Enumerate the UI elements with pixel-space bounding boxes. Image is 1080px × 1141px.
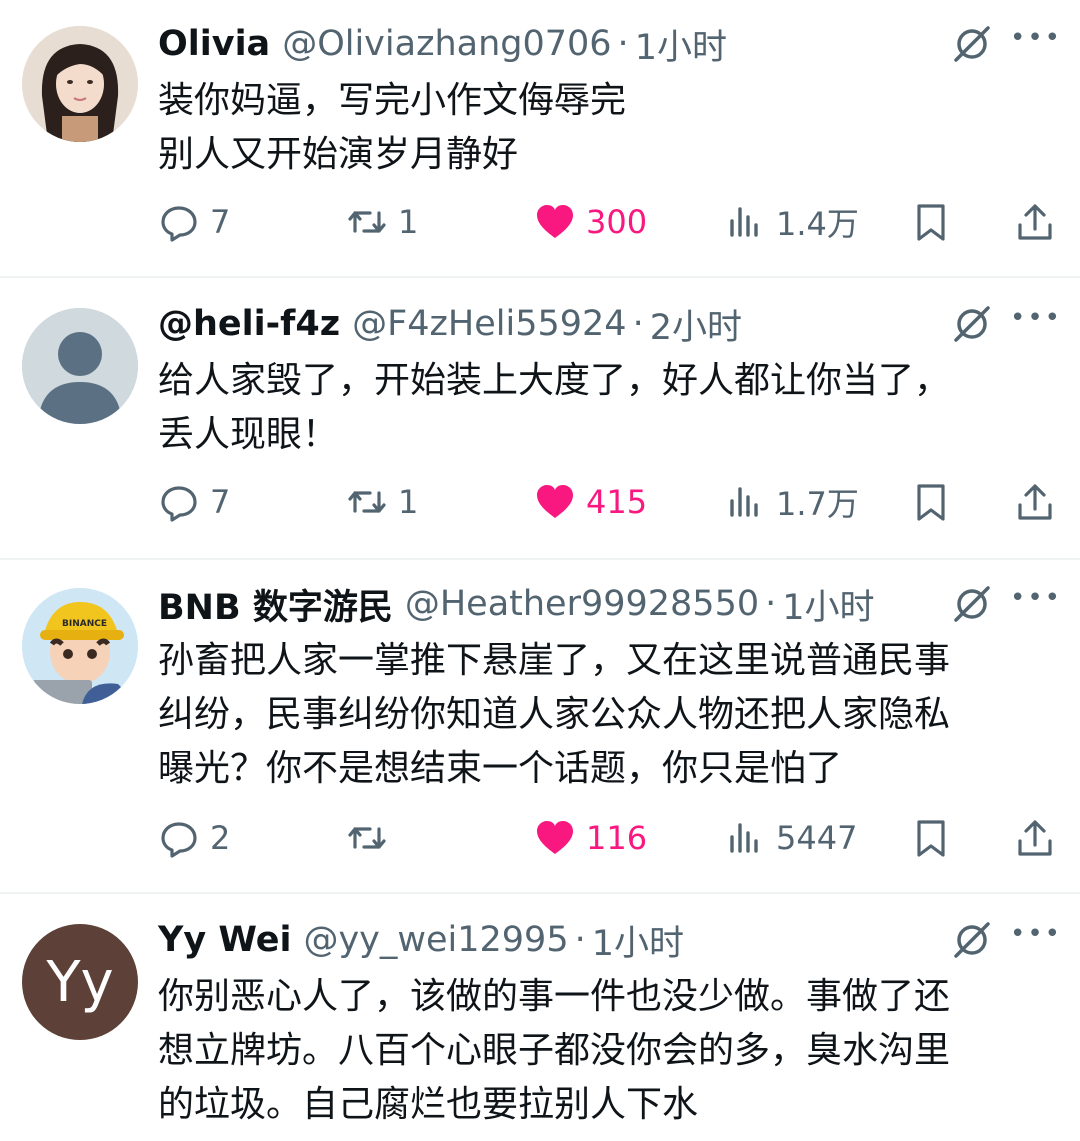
avatar[interactable]: Yy <box>22 924 138 1040</box>
reply-count: 7 <box>210 203 231 241</box>
tweet-text: 孙畜把人家一掌推下悬崖了，又在这里说普通民事 纠纷，民事纠纷你知道人家公众人物还… <box>158 640 951 789</box>
tweet[interactable]: Olivia @Oliviazhang0706 · 1小时 ••• 装你妈逼，写… <box>0 16 1080 276</box>
retweet-icon <box>348 827 386 849</box>
tweet[interactable]: @heli-f4z @F4zHeli55924 · 2小时 ••• 给人家毁了，… <box>0 296 1080 558</box>
bookmark-icon <box>917 820 945 857</box>
views-icon <box>730 823 758 853</box>
action-bar: 2 116 5447 <box>158 808 1058 868</box>
timestamp[interactable]: 1小时 <box>635 19 727 70</box>
avatar-photo <box>22 26 138 142</box>
grok-icon[interactable] <box>950 582 994 626</box>
grok-icon[interactable] <box>950 22 994 66</box>
display-name[interactable]: Yy Wei <box>158 920 291 960</box>
retweet-button[interactable]: 1 <box>346 472 418 532</box>
display-name[interactable]: Olivia <box>158 24 270 64</box>
views-icon <box>730 207 758 237</box>
timestamp[interactable]: 1小时 <box>782 579 874 630</box>
reply-count: 7 <box>210 483 231 521</box>
more-icon[interactable]: ••• <box>1010 578 1060 622</box>
views-count: 1.4万 <box>776 205 859 243</box>
views-count: 1.7万 <box>776 485 859 523</box>
cartoon-avatar-image: BINANCE <box>22 588 138 704</box>
retweet-count: 1 <box>398 203 419 241</box>
display-name[interactable]: @heli-f4z <box>158 304 340 344</box>
retweet-count: 1 <box>398 483 419 521</box>
grok-icon[interactable] <box>950 918 994 962</box>
reply-icon <box>161 206 197 242</box>
views-button[interactable]: 5447 <box>724 808 857 868</box>
reply-button[interactable]: 2 <box>158 808 230 868</box>
grok-icon[interactable] <box>950 302 994 346</box>
share-icon <box>1018 820 1052 856</box>
more-icon[interactable]: ••• <box>1010 18 1060 62</box>
bookmark-button[interactable] <box>910 808 952 868</box>
heart-icon <box>537 205 573 238</box>
tweet-text: 你别恶心人了，该做的事一件也没少做。事做了还 想立牌坊。八百个心眼子都没你会的多… <box>158 976 951 1125</box>
tweet-text: 装你妈逼，写完小作文侮辱完 别人又开始演岁月静好 <box>158 80 627 175</box>
tweet-text: 给人家毁了，开始装上大度了，好人都让你当了， 丢人现眼！ <box>158 360 951 455</box>
bookmark-button[interactable] <box>910 472 952 532</box>
views-button[interactable]: 1.4万 <box>724 192 859 252</box>
user-handle[interactable]: @Heather99928550 <box>405 584 759 624</box>
retweet-icon <box>348 211 386 233</box>
user-handle[interactable]: @yy_wei12995 <box>303 920 568 960</box>
tweet[interactable]: BINANCE BNB 数字游民 @Heather99928550 · 1小时 … <box>0 576 1080 892</box>
like-button[interactable]: 116 <box>534 808 647 868</box>
views-button[interactable]: 1.7万 <box>724 472 859 532</box>
default-avatar-icon <box>22 308 138 424</box>
avatar-initials: Yy <box>46 949 114 1015</box>
retweet-button[interactable] <box>346 808 398 868</box>
bookmark-icon <box>917 204 945 241</box>
like-button[interactable]: 300 <box>534 192 647 252</box>
timestamp[interactable]: 2小时 <box>650 299 742 350</box>
like-count: 415 <box>586 483 648 521</box>
avatar[interactable] <box>22 308 138 424</box>
separator-dot: · <box>574 920 586 960</box>
reply-button[interactable]: 7 <box>158 472 230 532</box>
separator-dot: · <box>617 24 629 64</box>
reply-icon <box>161 822 197 858</box>
separator-dot: · <box>632 304 644 344</box>
more-icon[interactable]: ••• <box>1010 914 1060 958</box>
reply-count: 2 <box>210 819 231 857</box>
timestamp[interactable]: 1小时 <box>592 915 684 966</box>
heart-icon <box>537 485 573 518</box>
share-icon <box>1018 204 1052 240</box>
more-icon[interactable]: ••• <box>1010 298 1060 342</box>
display-name[interactable]: BNB 数字游民 <box>158 579 393 630</box>
share-button[interactable] <box>1014 808 1056 868</box>
like-count: 116 <box>586 819 648 857</box>
share-button[interactable] <box>1014 472 1056 532</box>
like-count: 300 <box>586 203 648 241</box>
share-button[interactable] <box>1014 192 1056 252</box>
user-handle[interactable]: @F4zHeli55924 <box>352 304 626 344</box>
retweet-button[interactable]: 1 <box>346 192 418 252</box>
action-bar: 7 1 415 1.7万 <box>158 472 1058 532</box>
divider <box>0 892 1080 894</box>
share-icon <box>1018 484 1052 520</box>
avatar[interactable] <box>22 26 138 142</box>
avatar[interactable]: BINANCE <box>22 588 138 704</box>
action-bar: 7 1 300 1.4万 <box>158 192 1058 252</box>
bookmark-button[interactable] <box>910 192 952 252</box>
heart-icon <box>537 821 573 854</box>
tweet[interactable]: Yy Yy Wei @yy_wei12995 · 1小时 ••• 你别恶心人了，… <box>0 912 1080 1141</box>
views-icon <box>730 487 758 517</box>
retweet-icon <box>348 491 386 513</box>
views-count: 5447 <box>776 819 858 857</box>
cap-logo-text: BINANCE <box>62 619 107 629</box>
separator-dot: · <box>765 584 777 624</box>
bookmark-icon <box>917 484 945 521</box>
user-handle[interactable]: @Oliviazhang0706 <box>282 24 611 64</box>
divider <box>0 558 1080 560</box>
reply-button[interactable]: 7 <box>158 192 230 252</box>
like-button[interactable]: 415 <box>534 472 647 532</box>
divider <box>0 276 1080 278</box>
reply-icon <box>161 486 197 522</box>
